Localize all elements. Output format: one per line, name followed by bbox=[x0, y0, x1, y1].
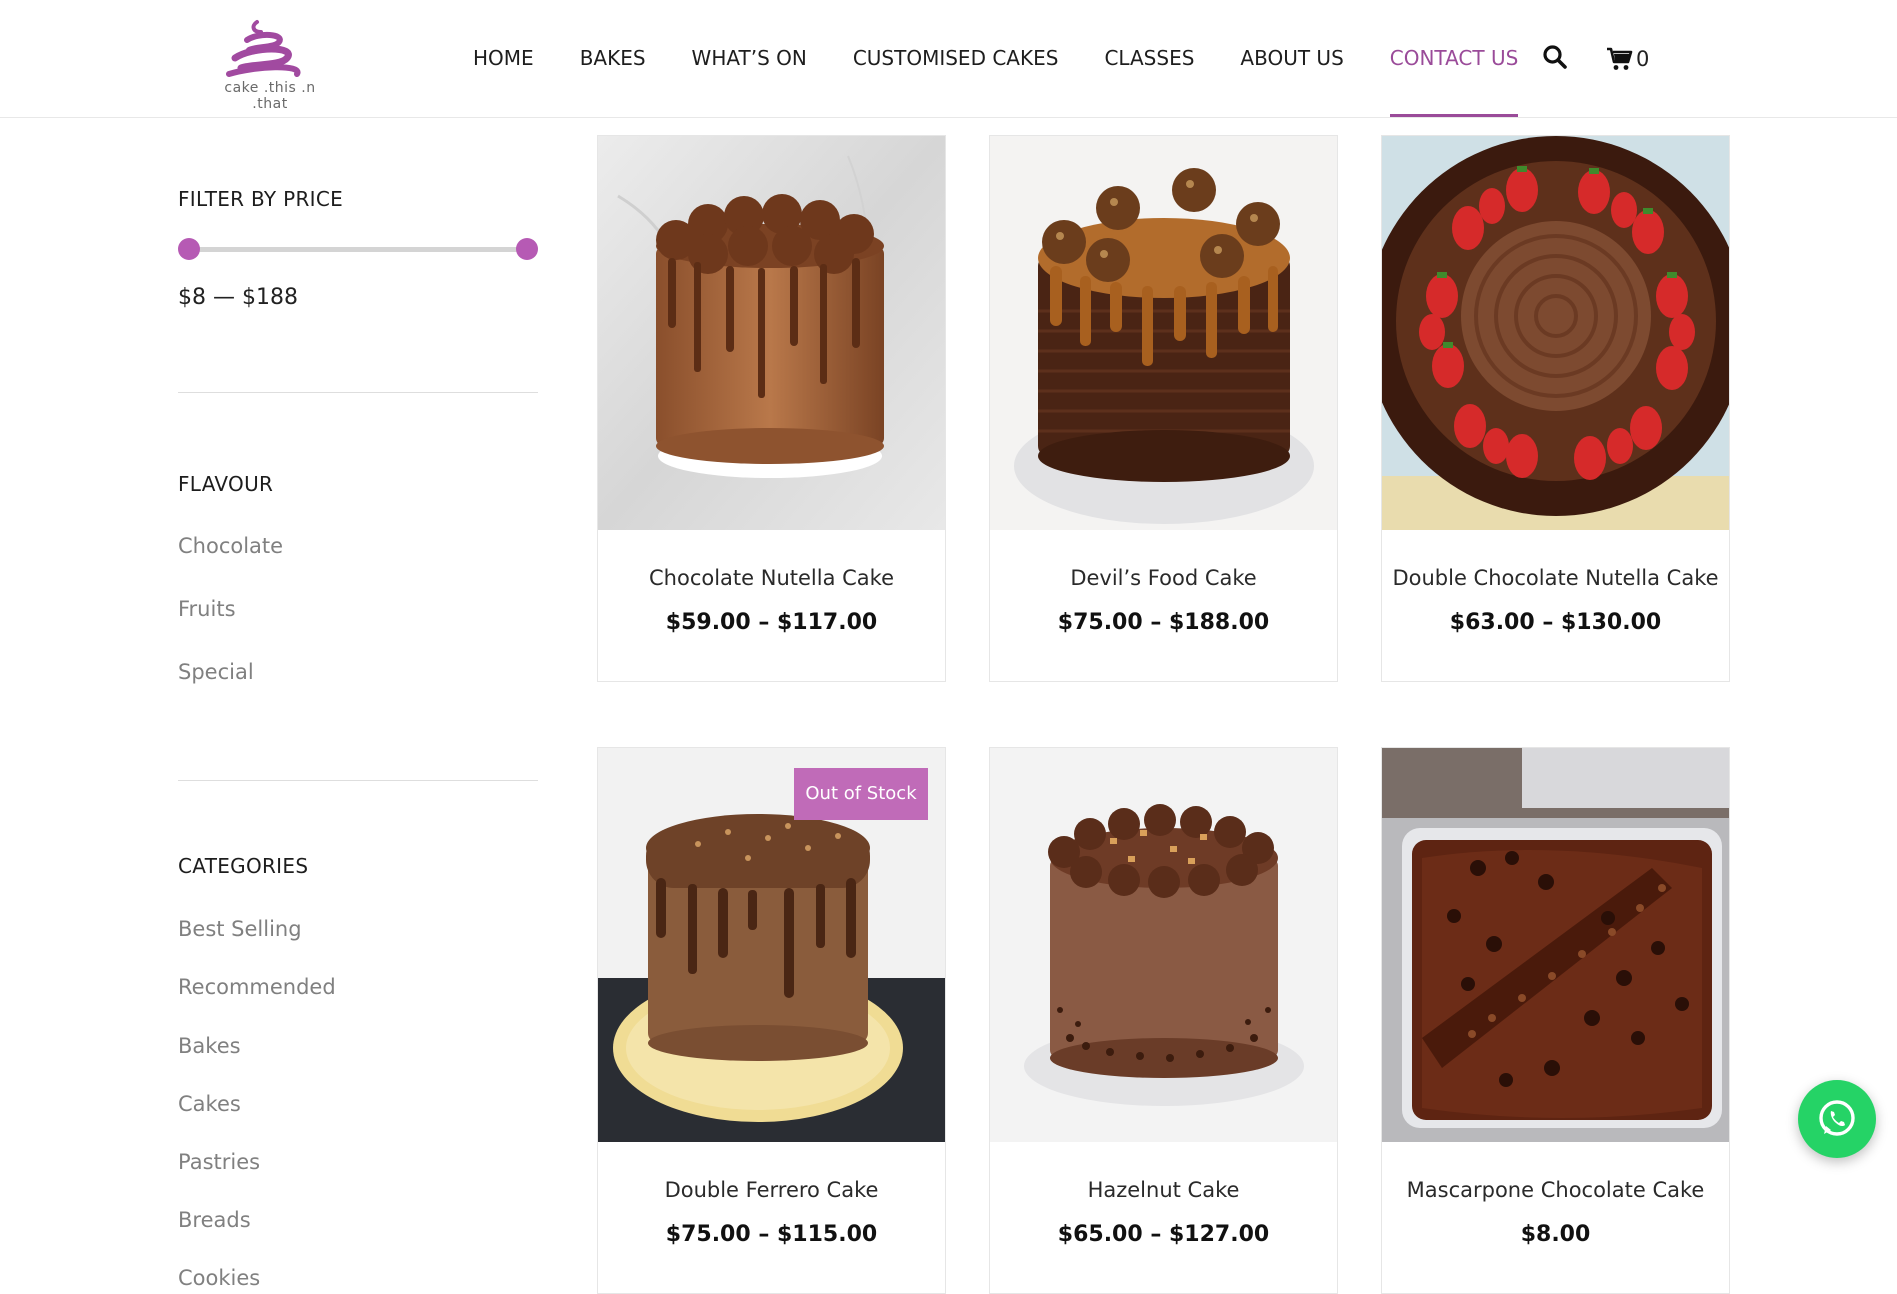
product-price: $65.00 – $127.00 bbox=[1057, 1222, 1270, 1247]
main-nav: HOME BAKES WHAT’S ON CUSTOMISED CAKES CL… bbox=[450, 0, 1541, 117]
category-breads[interactable]: Breads bbox=[178, 1208, 251, 1232]
flavour-title: FLAVOUR bbox=[178, 472, 274, 496]
logo-text: cake .this .n .that bbox=[224, 80, 316, 112]
site-header: cake .this .n .that HOME BAKES WHAT’S ON… bbox=[0, 0, 1897, 118]
flavour-chocolate[interactable]: Chocolate bbox=[178, 534, 283, 558]
price-filter-title: FILTER BY PRICE bbox=[178, 187, 344, 211]
categories-title: CATEGORIES bbox=[178, 854, 309, 878]
price-range-text: $8 — $188 bbox=[178, 285, 298, 310]
product-card[interactable]: Hazelnut Cake $65.00 – $127.00 bbox=[989, 747, 1338, 1294]
whatsapp-button[interactable] bbox=[1798, 1080, 1876, 1158]
nav-whats-on[interactable]: WHAT’S ON bbox=[692, 0, 807, 117]
sidebar-divider bbox=[178, 780, 538, 781]
page: cake .this .n .that HOME BAKES WHAT’S ON… bbox=[0, 0, 1897, 1294]
category-cakes[interactable]: Cakes bbox=[178, 1092, 241, 1116]
nav-customised-cakes[interactable]: CUSTOMISED CAKES bbox=[853, 0, 1059, 117]
product-card[interactable]: Out of Stock Double Ferrero Cake $75.00 … bbox=[597, 747, 946, 1294]
product-price: $75.00 – $115.00 bbox=[665, 1222, 878, 1247]
product-card[interactable]: Double Chocolate Nutella Cake $63.00 – $… bbox=[1381, 135, 1730, 682]
product-name[interactable]: Double Chocolate Nutella Cake bbox=[1382, 566, 1729, 590]
cart-count: 0 bbox=[1636, 47, 1650, 71]
site-logo[interactable]: cake .this .n .that bbox=[205, 16, 335, 112]
product-price: $63.00 – $130.00 bbox=[1449, 610, 1662, 635]
flavour-special[interactable]: Special bbox=[178, 660, 254, 684]
category-recommended[interactable]: Recommended bbox=[178, 975, 336, 999]
flavour-fruits[interactable]: Fruits bbox=[178, 597, 236, 621]
price-slider-track[interactable] bbox=[188, 247, 524, 252]
product-image[interactable] bbox=[1382, 748, 1729, 1142]
product-image[interactable] bbox=[990, 748, 1337, 1142]
price-slider-max-handle[interactable] bbox=[516, 238, 538, 260]
product-price: $59.00 – $117.00 bbox=[665, 610, 878, 635]
search-icon[interactable] bbox=[1542, 44, 1568, 70]
category-bakes[interactable]: Bakes bbox=[178, 1034, 241, 1058]
product-price: $75.00 – $188.00 bbox=[1057, 610, 1270, 635]
nav-about-us[interactable]: ABOUT US bbox=[1240, 0, 1343, 117]
out-of-stock-badge: Out of Stock bbox=[794, 768, 928, 820]
product-name[interactable]: Hazelnut Cake bbox=[990, 1178, 1337, 1202]
product-name[interactable]: Mascarpone Chocolate Cake bbox=[1382, 1178, 1729, 1202]
cart-button[interactable]: 0 bbox=[1606, 44, 1649, 74]
nav-home[interactable]: HOME bbox=[473, 0, 534, 117]
product-card[interactable]: Mascarpone Chocolate Cake $8.00 bbox=[1381, 747, 1730, 1294]
whatsapp-icon bbox=[1819, 1100, 1855, 1136]
product-image[interactable] bbox=[598, 136, 945, 530]
category-cookies[interactable]: Cookies bbox=[178, 1266, 260, 1290]
nav-contact-us[interactable]: CONTACT US bbox=[1389, 0, 1518, 117]
product-card[interactable]: Devil’s Food Cake $75.00 – $188.00 bbox=[989, 135, 1338, 682]
logo-swirl-icon bbox=[226, 20, 301, 77]
product-name[interactable]: Double Ferrero Cake bbox=[598, 1178, 945, 1202]
category-pastries[interactable]: Pastries bbox=[178, 1150, 260, 1174]
product-price: $8.00 bbox=[1520, 1222, 1591, 1247]
category-best-selling[interactable]: Best Selling bbox=[178, 917, 302, 941]
product-name[interactable]: Chocolate Nutella Cake bbox=[598, 566, 945, 590]
nav-bakes[interactable]: BAKES bbox=[580, 0, 646, 117]
product-card[interactable]: Chocolate Nutella Cake $59.00 – $117.00 bbox=[597, 135, 946, 682]
cart-icon bbox=[1607, 47, 1633, 70]
price-slider-min-handle[interactable] bbox=[178, 238, 200, 260]
product-image[interactable] bbox=[990, 136, 1337, 530]
product-image[interactable]: Out of Stock bbox=[598, 748, 945, 1142]
nav-classes[interactable]: CLASSES bbox=[1104, 0, 1194, 117]
product-image[interactable] bbox=[1382, 136, 1729, 530]
sidebar-divider bbox=[178, 392, 538, 393]
product-name[interactable]: Devil’s Food Cake bbox=[990, 566, 1337, 590]
